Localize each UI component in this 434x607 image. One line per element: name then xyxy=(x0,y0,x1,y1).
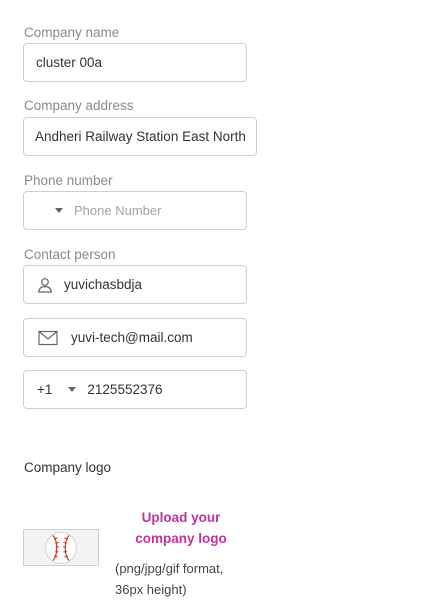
contact-phone-field[interactable]: +1 2125552376 xyxy=(23,370,247,409)
company-name-value: cluster 00a xyxy=(36,55,103,70)
phone-number-field[interactable]: Phone Number xyxy=(23,191,247,230)
contact-name-value: yuvichasbdja xyxy=(64,277,143,292)
company-address-field[interactable]: Andheri Railway Station East North xyxy=(23,117,257,156)
baseball-icon xyxy=(44,531,78,565)
phone-number-placeholder: Phone Number xyxy=(74,203,162,218)
phone-number-label: Phone number xyxy=(24,173,113,188)
caret-down-icon[interactable] xyxy=(53,208,65,213)
caret-down-icon[interactable] xyxy=(66,387,78,392)
logo-format-hint: (png/jpg/gif format, 36px height) xyxy=(115,561,224,597)
contact-email-field[interactable]: yuvi-tech@mail.com xyxy=(23,318,247,357)
contact-email-value: yuvi-tech@mail.com xyxy=(71,330,193,345)
contact-person-label: Contact person xyxy=(24,247,116,262)
mail-icon xyxy=(38,330,58,346)
user-icon xyxy=(37,277,53,293)
company-address-label: Company address xyxy=(24,98,134,113)
company-logo-title: Company logo xyxy=(24,460,112,475)
logo-preview[interactable] xyxy=(23,529,99,566)
upload-logo-link[interactable]: Upload your company logo xyxy=(130,507,232,549)
company-name-field[interactable]: cluster 00a xyxy=(23,43,247,82)
company-address-value: Andheri Railway Station East North xyxy=(35,129,246,144)
company-name-label: Company name xyxy=(24,25,120,40)
contact-phone-value: 2125552376 xyxy=(87,382,163,397)
country-code[interactable]: +1 xyxy=(37,382,52,397)
contact-name-field[interactable]: yuvichasbdja xyxy=(23,265,247,304)
